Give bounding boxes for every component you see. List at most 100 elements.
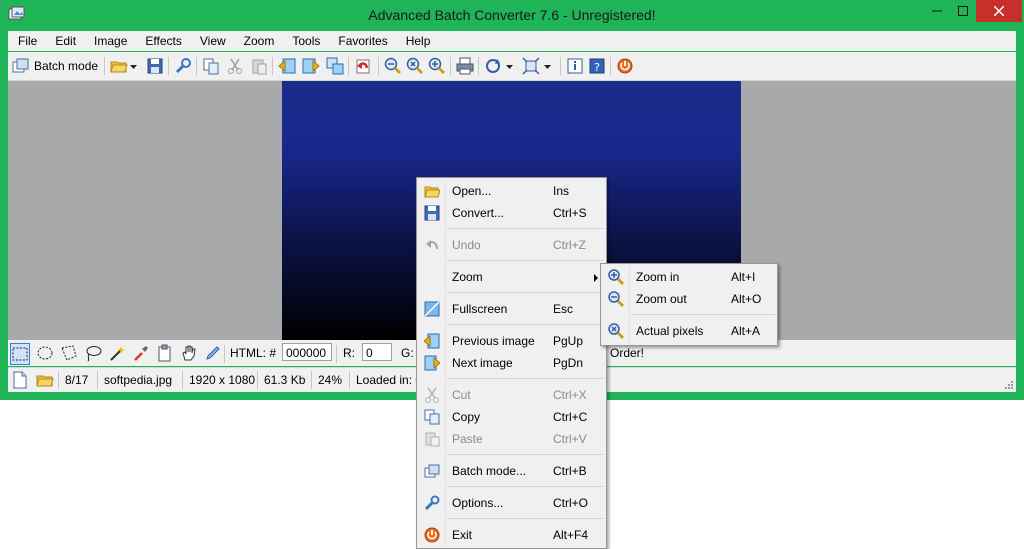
context-previous-image[interactable]: Previous image PgUp [419, 330, 604, 352]
zoom-in-button[interactable] [428, 56, 446, 76]
context-open[interactable]: Open... Ins [419, 180, 604, 202]
print-button[interactable] [456, 56, 474, 76]
copy-button[interactable] [202, 56, 220, 76]
zoom-in-icon [608, 269, 624, 285]
minimize-icon [932, 10, 942, 12]
document-icon [13, 371, 27, 389]
open-folder-icon [36, 375, 54, 387]
cut-button[interactable] [226, 56, 244, 76]
fit-button[interactable] [522, 56, 540, 76]
zoom-out-icon [384, 57, 402, 75]
close-button[interactable] [976, 0, 1022, 22]
dropdown-arrow-icon [130, 65, 137, 69]
maximize-button[interactable] [950, 0, 976, 22]
rotate-icon [486, 59, 500, 73]
menu-favorites[interactable]: Favorites [328, 31, 395, 51]
next-image-button[interactable] [302, 56, 320, 76]
minimize-button[interactable] [924, 0, 950, 22]
actual-pixels-icon [406, 57, 424, 75]
context-convert[interactable]: Convert... Ctrl+S [419, 202, 604, 224]
context-batch-mode[interactable]: Batch mode... Ctrl+B [419, 460, 604, 482]
undo-icon [426, 240, 438, 250]
hand-tool[interactable] [180, 343, 198, 363]
previous-image-icon [278, 58, 296, 74]
context-next-image[interactable]: Next image PgDn [419, 352, 604, 374]
batch-mode-button[interactable]: Batch mode [12, 56, 98, 76]
rotate-dropdown-button[interactable] [506, 56, 514, 76]
actual-pixels-icon [608, 323, 624, 339]
menu-help[interactable]: Help [396, 31, 439, 51]
actual-pixels-button[interactable] [406, 56, 424, 76]
paste-clip-tool[interactable] [156, 343, 174, 363]
previous-image-icon [424, 333, 440, 349]
duplicate-icon [326, 57, 344, 75]
cut-icon [228, 58, 242, 74]
zoom-out-icon [608, 291, 624, 307]
paste-button[interactable] [250, 56, 268, 76]
pen-tool[interactable] [204, 343, 222, 363]
context-exit[interactable]: Exit Alt+F4 [419, 524, 604, 546]
open-button[interactable] [110, 56, 128, 76]
fit-dropdown-button[interactable] [544, 56, 552, 76]
menu-bar: File Edit Image Effects View Zoom Tools … [8, 31, 1016, 51]
submenu-zoom-in[interactable]: Zoom in Alt+I [603, 266, 775, 288]
html-color-field[interactable]: 000000 [282, 343, 332, 361]
color-picker-tool[interactable] [132, 343, 150, 363]
context-copy[interactable]: Copy Ctrl+C [419, 406, 604, 428]
context-menu: Open... Ins Convert... Ctrl+S Undo Ctrl+… [416, 177, 607, 549]
zoom-out-button[interactable] [384, 56, 402, 76]
open-folder-status-button[interactable] [36, 370, 54, 390]
batch-mode-icon [12, 58, 29, 73]
context-cut[interactable]: Cut Ctrl+X [419, 384, 604, 406]
context-paste[interactable]: Paste Ctrl+V [419, 428, 604, 450]
submenu-zoom-out[interactable]: Zoom out Alt+O [603, 288, 775, 310]
submenu-actual-pixels[interactable]: Actual pixels Alt+A [603, 320, 775, 342]
rotate-button[interactable] [484, 56, 502, 76]
magic-wand-tool[interactable] [108, 343, 126, 363]
paste-icon [252, 59, 267, 75]
duplicate-button[interactable] [326, 56, 344, 76]
order-text[interactable]: Order! [610, 345, 644, 361]
resize-grip-icon[interactable] [1003, 379, 1013, 389]
menu-effects[interactable]: Effects [135, 31, 189, 51]
menu-view[interactable]: View [190, 31, 234, 51]
previous-image-button[interactable] [278, 56, 296, 76]
context-undo[interactable]: Undo Ctrl+Z [419, 234, 604, 256]
polygon-select-tool[interactable] [60, 343, 78, 363]
context-zoom[interactable]: Zoom [419, 266, 604, 288]
exit-button[interactable] [616, 56, 634, 76]
rect-select-tool[interactable] [10, 343, 30, 365]
open-folder-icon [110, 61, 128, 73]
menu-image[interactable]: Image [84, 31, 135, 51]
window-title: Advanced Batch Converter 7.6 - Unregiste… [368, 7, 656, 23]
red-field[interactable]: 0 [362, 343, 392, 361]
save-button[interactable] [146, 56, 164, 76]
pen-icon [206, 346, 220, 360]
info-button[interactable] [566, 56, 584, 76]
image-counter: 8/17 [65, 373, 89, 387]
menu-file[interactable]: File [8, 31, 45, 51]
save-icon [147, 58, 163, 74]
options-button[interactable] [174, 56, 192, 76]
context-options[interactable]: Options... Ctrl+O [419, 492, 604, 514]
help-button[interactable]: ? [588, 56, 606, 76]
context-fullscreen[interactable]: Fullscreen Esc [419, 298, 604, 320]
lasso-tool[interactable] [84, 343, 102, 363]
save-icon [424, 205, 440, 221]
ellipse-select-icon [37, 346, 53, 360]
open-dropdown-button[interactable] [130, 56, 138, 76]
zoom-in-icon [428, 57, 446, 75]
undo-icon [356, 59, 370, 74]
menu-zoom[interactable]: Zoom [234, 31, 283, 51]
copy-icon [424, 409, 440, 425]
rect-select-icon [12, 347, 28, 361]
menu-tools[interactable]: Tools [282, 31, 328, 51]
new-file-button[interactable] [12, 370, 28, 390]
undo-button[interactable] [354, 56, 372, 76]
copy-icon [203, 58, 219, 75]
title-bar[interactable]: Advanced Batch Converter 7.6 - Unregiste… [0, 0, 1024, 30]
options-wrench-icon [424, 495, 440, 511]
ellipse-select-tool[interactable] [36, 343, 54, 363]
menu-edit[interactable]: Edit [45, 31, 84, 51]
eyedropper-icon [134, 346, 148, 361]
